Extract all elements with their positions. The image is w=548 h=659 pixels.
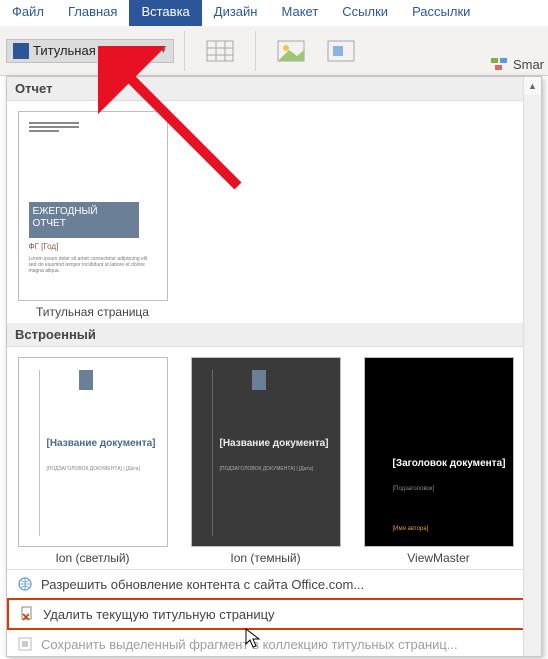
thumb2-title: [Название документа] [47, 438, 156, 449]
ribbon: Титульная страница ▼ Smar [0, 26, 548, 76]
ribbon-separator [184, 31, 185, 71]
thumb-viewmaster-preview[interactable]: [Заголовок документа] [Подзаголовок] [Им… [364, 357, 514, 547]
save-gallery-icon [17, 636, 33, 652]
thumb4-foot: [Имя автора] [393, 526, 429, 532]
scroll-up-icon[interactable]: ▲ [524, 77, 541, 95]
gallery-footer: Разрешить обновление контента с сайта Of… [7, 569, 541, 658]
smartart-button[interactable]: Smar [491, 56, 544, 72]
tab-file[interactable]: Файл [0, 0, 56, 26]
thumb4-title: [Заголовок документа] [393, 458, 506, 469]
tab-layout[interactable]: Макет [269, 0, 330, 26]
title-page-dropdown[interactable]: Титульная страница ▼ [6, 39, 174, 63]
title-page-label: Титульная страница [33, 43, 155, 58]
update-label: Разрешить обновление контента с сайта Of… [41, 577, 364, 592]
caret-down-icon: ▼ [159, 46, 167, 55]
smartart-icon [491, 56, 509, 72]
save-selection-to-gallery: Сохранить выделенный фрагмент в коллекци… [7, 630, 541, 658]
thumb4-sub: [Подзаголовок] [393, 486, 435, 492]
remove-label: Удалить текущую титульную страницу [43, 607, 275, 622]
remove-page-icon [19, 606, 35, 622]
section-header-report: Отчет [7, 77, 541, 101]
section-body-report: ЕЖЕГОДНЫЙ ОТЧЕТ ФГ [Год] Lorem ipsum dol… [7, 101, 541, 323]
thumb-report-preview[interactable]: ЕЖЕГОДНЫЙ ОТЧЕТ ФГ [Год] Lorem ipsum dol… [18, 111, 168, 301]
cover-page-gallery: ▲ Отчет ЕЖЕГОДНЫЙ ОТЧЕТ ФГ [Год] Lorem i… [6, 76, 542, 657]
thumb1-title1: ЕЖЕГОДНЫЙ [33, 206, 98, 217]
tab-home[interactable]: Главная [56, 0, 129, 26]
ribbon-separator [255, 31, 256, 71]
page-icon [13, 43, 29, 59]
save-label: Сохранить выделенный фрагмент в коллекци… [41, 637, 458, 652]
thumb2-label: Ion (светлый) [55, 551, 129, 565]
tab-design[interactable]: Дизайн [202, 0, 270, 26]
online-pictures-icon[interactable] [324, 37, 358, 65]
thumb4-label: ViewMaster [407, 551, 469, 565]
thumb-ion-dark-preview[interactable]: [Название документа] [ПОДЗАГОЛОВОК ДОКУМ… [191, 357, 341, 547]
thumb1-label: Титульная страница [36, 305, 149, 319]
thumb-ion-light-preview[interactable]: [Название документа] [ПОДЗАГОЛОВОК ДОКУМ… [18, 357, 168, 547]
tab-bar: Файл Главная Вставка Дизайн Макет Ссылки… [0, 0, 548, 26]
thumb3-title: [Название документа] [220, 438, 329, 449]
thumb1-sub: ФГ [Год] [29, 242, 59, 251]
tab-mailings[interactable]: Рассылки [400, 0, 482, 26]
section-body-builtin: [Название документа] [ПОДЗАГОЛОВОК ДОКУМ… [7, 347, 541, 569]
tab-references[interactable]: Ссылки [330, 0, 400, 26]
thumb2-sub: [ПОДЗАГОЛОВОК ДОКУМЕНТА] | [Дата] [47, 466, 155, 473]
allow-office-update[interactable]: Разрешить обновление контента с сайта Of… [7, 570, 541, 598]
remove-cover-page[interactable]: Удалить текущую титульную страницу [7, 598, 541, 630]
section-header-builtin: Встроенный [7, 323, 541, 347]
thumb-report[interactable]: ЕЖЕГОДНЫЙ ОТЧЕТ ФГ [Год] Lorem ipsum dol… [15, 111, 170, 319]
tab-insert[interactable]: Вставка [129, 0, 201, 26]
thumb-ion-dark[interactable]: [Название документа] [ПОДЗАГОЛОВОК ДОКУМ… [188, 357, 343, 565]
globe-icon [17, 576, 33, 592]
thumb-viewmaster[interactable]: [Заголовок документа] [Подзаголовок] [Им… [361, 357, 516, 565]
thumb3-label: Ion (темный) [230, 551, 300, 565]
smartart-label: Smar [513, 57, 544, 72]
pictures-icon[interactable] [274, 37, 308, 65]
thumb1-body: Lorem ipsum dolor sit amet consectetur a… [29, 256, 157, 274]
thumb-ion-light[interactable]: [Название документа] [ПОДЗАГОЛОВОК ДОКУМ… [15, 357, 170, 565]
thumb3-sub: [ПОДЗАГОЛОВОК ДОКУМЕНТА] | [Дата] [220, 466, 328, 473]
table-icon[interactable] [203, 37, 237, 65]
thumb1-title2: ОТЧЕТ [33, 218, 66, 229]
